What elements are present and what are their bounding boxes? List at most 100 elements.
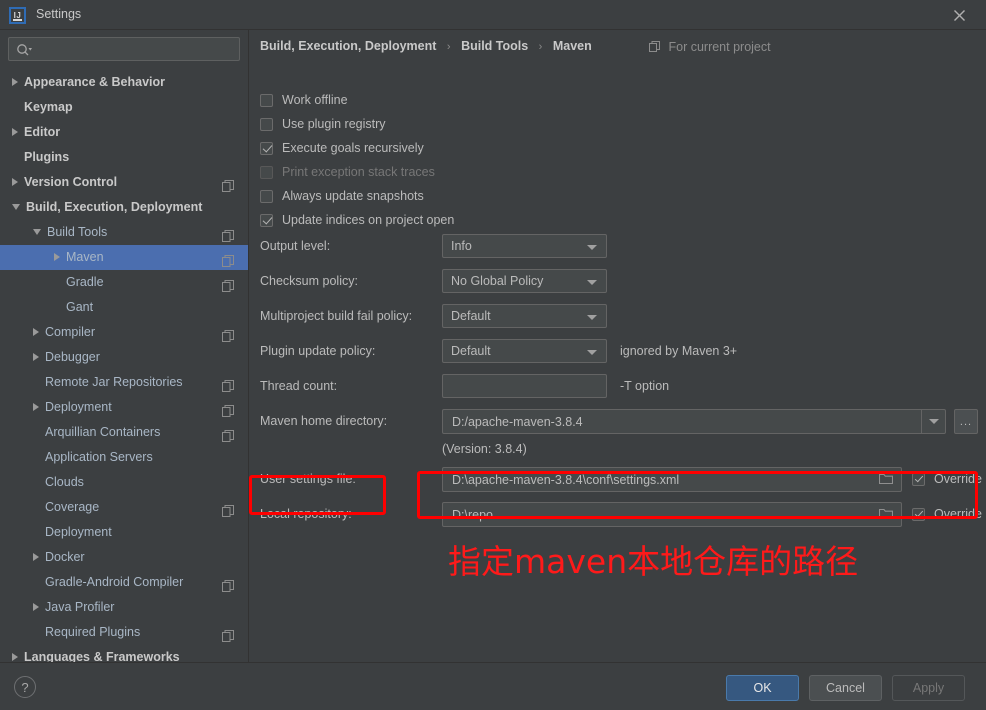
sidebar-item-application-servers[interactable]: Application Servers <box>0 445 248 470</box>
chevron-down-icon[interactable] <box>12 203 20 210</box>
checkbox-box <box>912 507 925 521</box>
for-current-project-text: For current project <box>668 40 771 54</box>
sidebar-item-deployment[interactable]: Deployment <box>0 395 248 420</box>
chevron-right-icon[interactable] <box>33 402 39 411</box>
checkbox-always-update-snapshots[interactable]: Always update snapshots <box>260 184 454 208</box>
folder-icon[interactable] <box>878 473 894 488</box>
maven-home-dropdown-icon[interactable] <box>921 410 945 433</box>
checkbox-use-plugin-registry[interactable]: Use plugin registry <box>260 112 454 136</box>
maven-home-input[interactable]: D:/apache-maven-3.8.4 <box>442 409 946 434</box>
help-button[interactable]: ? <box>14 676 36 698</box>
sidebar-item-version-control[interactable]: Version Control <box>0 170 248 195</box>
sidebar-item-gant[interactable]: Gant <box>0 295 248 320</box>
sidebar-item-remote-jar-repositories[interactable]: Remote Jar Repositories <box>0 370 248 395</box>
checkbox-label: Use plugin registry <box>282 117 386 131</box>
chevron-right-icon[interactable] <box>12 652 18 661</box>
chevron-down-icon[interactable] <box>33 228 41 235</box>
dialog-footer: ? OK Cancel Apply <box>0 662 986 710</box>
sidebar-item-label: Docker <box>45 550 85 564</box>
checkbox-execute-goals-recursively[interactable]: Execute goals recursively <box>260 136 454 160</box>
chevron-right-icon[interactable] <box>12 127 18 136</box>
sidebar-item-coverage[interactable]: Coverage <box>0 495 248 520</box>
sidebar-item-label: Coverage <box>45 500 100 514</box>
close-icon[interactable] <box>944 3 974 27</box>
checkbox-work-offline[interactable]: Work offline <box>260 88 454 112</box>
multiproject-policy-dropdown[interactable]: Default <box>442 304 607 328</box>
chevron-right-icon[interactable] <box>33 602 39 611</box>
apply-button[interactable]: Apply <box>892 675 965 701</box>
search-input[interactable] <box>39 38 235 60</box>
user-settings-override-checkbox[interactable]: Override <box>912 467 982 491</box>
chevron-right-icon[interactable] <box>12 177 18 186</box>
sidebar-item-arquillian-containers[interactable]: Arquillian Containers <box>0 420 248 445</box>
thread-count-input[interactable] <box>442 374 607 398</box>
sidebar-item-deployment[interactable]: Deployment <box>0 520 248 545</box>
project-scope-icon <box>222 401 234 417</box>
project-scope-icon <box>222 326 234 342</box>
chevron-down-icon <box>587 350 597 355</box>
sidebar-item-java-profiler[interactable]: Java Profiler <box>0 595 248 620</box>
checkbox-label: Print exception stack traces <box>282 165 435 179</box>
annotation-text: 指定maven本地仓库的路径 <box>448 542 859 581</box>
sidebar-item-label: Appearance & Behavior <box>24 75 166 89</box>
sidebar-item-label: Editor <box>24 125 61 139</box>
cancel-button[interactable]: Cancel <box>809 675 882 701</box>
sidebar-item-gradle-android-compiler[interactable]: Gradle-Android Compiler <box>0 570 248 595</box>
sidebar-item-label: Clouds <box>45 475 84 489</box>
sidebar-item-label: Application Servers <box>45 450 153 464</box>
breadcrumb-item-maven[interactable]: Maven <box>553 39 592 53</box>
settings-sidebar: Appearance & Behavior Keymap Editor Plugins… <box>0 30 487 678</box>
sidebar-item-label: Build Tools <box>47 225 108 239</box>
sidebar-item-appearance-behavior[interactable]: Appearance & Behavior <box>0 70 248 95</box>
project-scope-icon <box>222 576 234 592</box>
local-repository-override-checkbox[interactable]: Override <box>912 502 982 526</box>
maven-home-browse-button[interactable]: ... <box>954 409 978 434</box>
checkbox-update-indices-on-project-open[interactable]: Update indices on project open <box>260 208 454 232</box>
chevron-right-icon[interactable] <box>33 352 39 361</box>
chevron-right-icon[interactable] <box>33 327 39 336</box>
sidebar-scrollbar-track[interactable] <box>240 70 487 678</box>
project-scope-icon <box>222 226 234 242</box>
output-level-dropdown[interactable]: Info <box>442 234 607 258</box>
sidebar-item-label: Maven <box>66 250 104 264</box>
sidebar-item-gradle[interactable]: Gradle <box>0 270 248 295</box>
output-level-label: Output level: <box>260 239 331 253</box>
sidebar-item-debugger[interactable]: Debugger <box>0 345 248 370</box>
search-box[interactable] <box>8 37 240 61</box>
chevron-down-icon <box>587 245 597 250</box>
user-settings-file-input[interactable]: D:\apache-maven-3.8.4\conf\settings.xml <box>442 467 902 492</box>
sidebar-item-compiler[interactable]: Compiler <box>0 320 248 345</box>
local-repository-input[interactable]: D:\repo <box>442 502 902 527</box>
sidebar-item-label: Gant <box>66 300 94 314</box>
sidebar-item-keymap[interactable]: Keymap <box>0 95 248 120</box>
checksum-policy-dropdown[interactable]: No Global Policy <box>442 269 607 293</box>
sidebar-item-editor[interactable]: Editor <box>0 120 248 145</box>
sidebar-item-label: Gradle <box>66 275 104 289</box>
checkbox-box <box>260 213 273 227</box>
ok-button[interactable]: OK <box>726 675 799 701</box>
sidebar-item-required-plugins[interactable]: Required Plugins <box>0 620 248 645</box>
sidebar-item-label: Deployment <box>45 400 112 414</box>
sidebar-item-languages-frameworks[interactable]: Languages & Frameworks <box>0 645 248 662</box>
sidebar-item-label: Keymap <box>24 100 73 114</box>
folder-icon[interactable] <box>878 508 894 523</box>
plugin-update-policy-dropdown[interactable]: Default <box>442 339 607 363</box>
project-scope-icon <box>222 501 234 517</box>
settings-tree[interactable]: Appearance & Behavior Keymap Editor Plugins… <box>0 70 248 662</box>
sidebar-item-build-tools[interactable]: Build Tools <box>0 220 248 245</box>
chevron-right-icon[interactable] <box>54 252 60 261</box>
breadcrumb-item-build-execution-deployment[interactable]: Build, Execution, Deployment <box>260 39 436 53</box>
breadcrumb-item-build-tools[interactable]: Build Tools <box>461 39 528 53</box>
sidebar-item-clouds[interactable]: Clouds <box>0 470 248 495</box>
sidebar-item-docker[interactable]: Docker <box>0 545 248 570</box>
sidebar-item-plugins[interactable]: Plugins <box>0 145 248 170</box>
chevron-down-icon <box>587 280 597 285</box>
sidebar-item-build-execution-deployment[interactable]: Build, Execution, Deployment <box>0 195 248 220</box>
chevron-right-icon[interactable] <box>33 552 39 561</box>
chevron-right-icon[interactable] <box>12 77 18 86</box>
sidebar-item-maven[interactable]: Maven <box>0 245 248 270</box>
